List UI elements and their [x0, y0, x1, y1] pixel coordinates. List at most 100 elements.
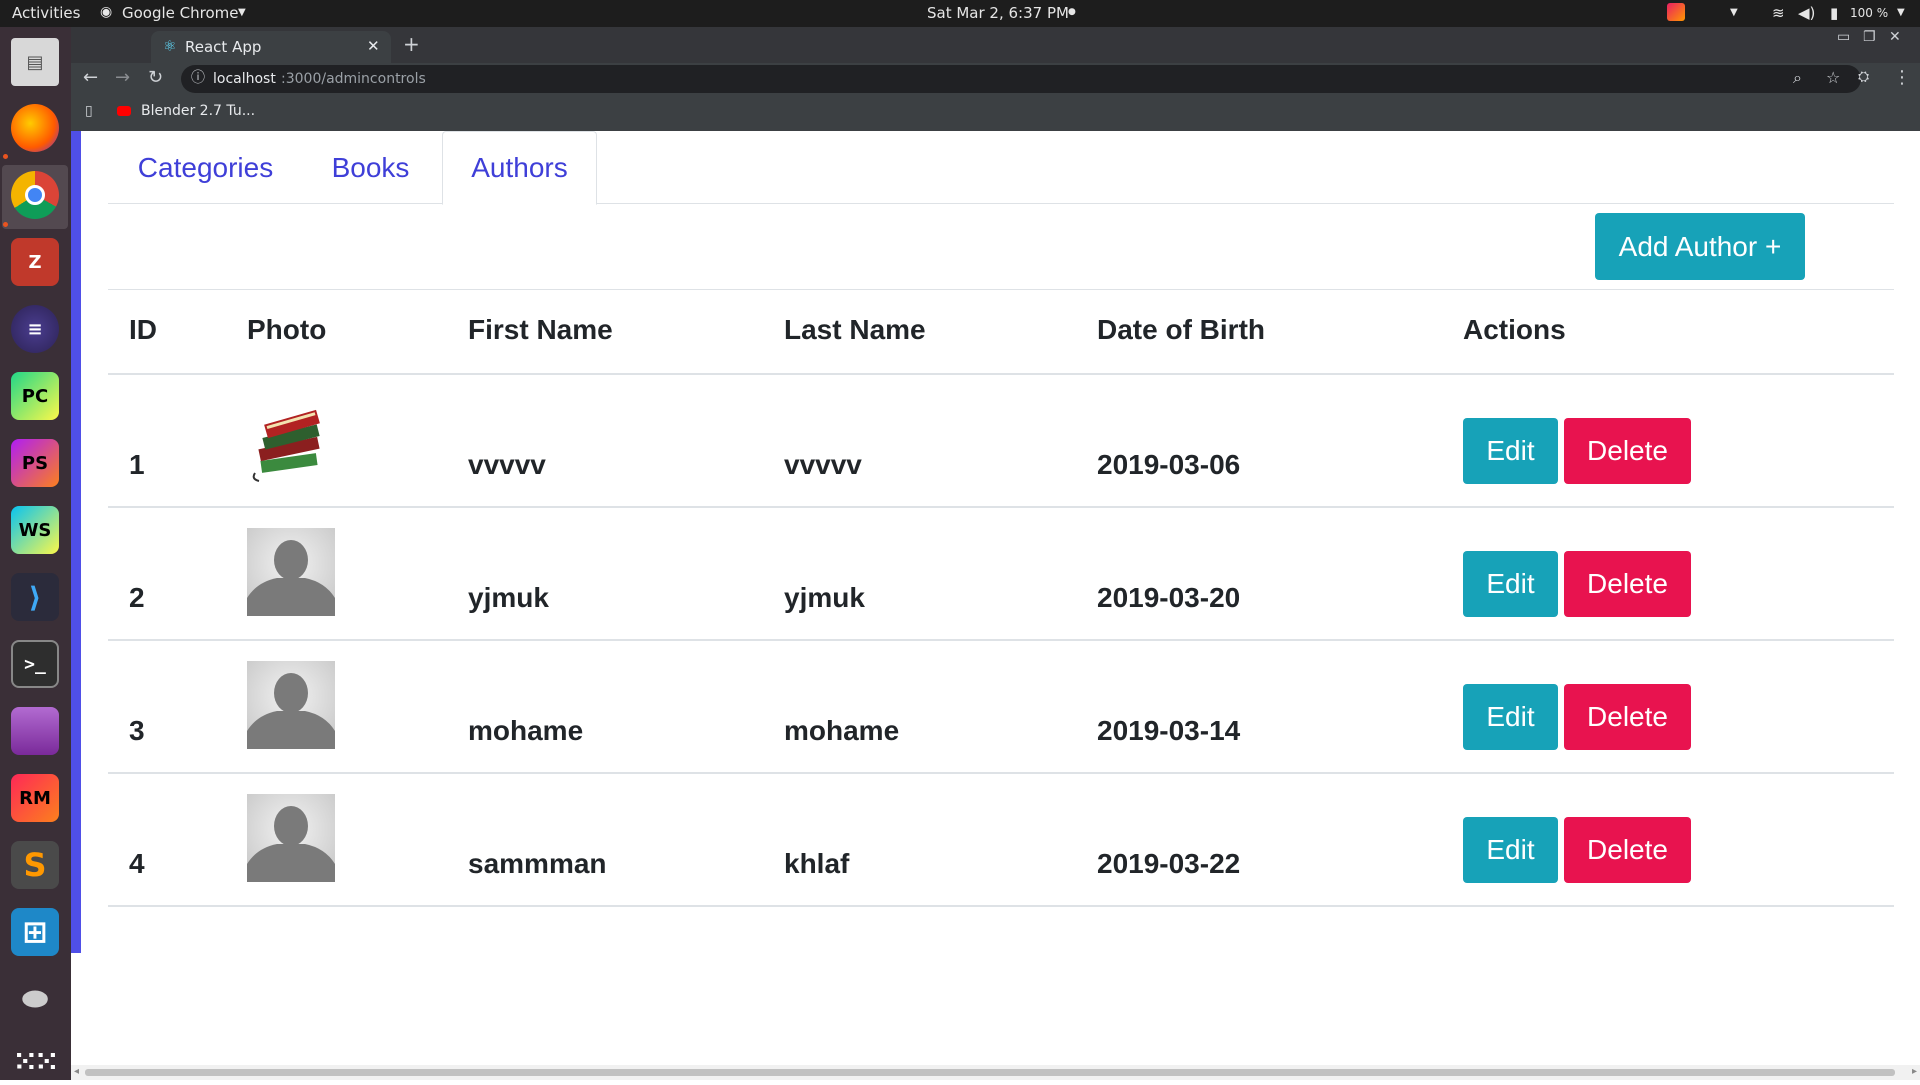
extension-icon[interactable]: ⛭	[1858, 70, 1869, 84]
activities-button[interactable]: Activities	[12, 4, 80, 22]
restore-icon[interactable]: ❐	[1863, 30, 1876, 44]
wifi-icon[interactable]: ≋	[1772, 4, 1785, 22]
table-row: 1 vvvvv vvvvv 2019-03-06 Edit Delete	[108, 375, 1894, 508]
cell-last-name: yjmuk	[784, 582, 865, 613]
reload-icon[interactable]: ↻	[148, 69, 163, 87]
url-path: :3000/admincontrols	[281, 71, 426, 87]
eclipse-icon[interactable]: ≡	[11, 305, 59, 353]
edit-button[interactable]: Edit	[1463, 817, 1558, 883]
delete-button[interactable]: Delete	[1564, 817, 1691, 883]
app-box-icon[interactable]: ⊞	[11, 908, 59, 956]
info-icon[interactable]: ⓘ	[191, 71, 205, 85]
admin-tabs: Categories Books Authors	[108, 131, 1894, 205]
left-accent-bar	[71, 131, 81, 953]
react-icon: ⚛	[163, 37, 177, 55]
app-menu-label[interactable]: Google Chrome	[122, 4, 239, 22]
phpstorm-icon[interactable]: PS	[11, 439, 59, 487]
header-first-name: First Name	[468, 314, 613, 345]
clock[interactable]: Sat Mar 2, 6:37 PM	[927, 4, 1069, 22]
pycharm-icon[interactable]: PC	[11, 372, 59, 420]
drive-icon[interactable]: ⬬	[11, 975, 59, 1023]
edit-button[interactable]: Edit	[1463, 684, 1558, 750]
tab-authors[interactable]: Authors	[442, 131, 597, 205]
chrome-small-icon: ◉	[100, 4, 113, 20]
header-date-of-birth: Date of Birth	[1097, 314, 1265, 345]
tab-books[interactable]: Books	[303, 131, 438, 204]
battery-icon[interactable]: ▮	[1830, 4, 1838, 22]
header-actions: Actions	[1463, 314, 1566, 345]
battery-percent: 100 %	[1850, 6, 1889, 20]
scroll-right-icon[interactable]: ▸	[1912, 1066, 1917, 1077]
sublime-icon[interactable]: S	[11, 841, 59, 889]
cell-first-name: mohame	[468, 715, 584, 746]
cell-id: 3	[129, 715, 145, 746]
chrome-icon[interactable]	[11, 171, 59, 219]
menu-icon[interactable]: ⋮	[1893, 69, 1911, 87]
header-id: ID	[129, 314, 157, 345]
table-row: 3 mohame mohame 2019-03-14 Edit Delete	[108, 641, 1894, 774]
window-app-icon[interactable]	[11, 707, 59, 755]
horizontal-scrollbar[interactable]: ◂ ▸	[71, 1065, 1920, 1080]
page-viewport: Categories Books Authors Add Author + ID…	[71, 131, 1920, 1080]
browser-tab[interactable]: ⚛ React App ✕	[151, 31, 391, 63]
minimize-icon[interactable]: ▭	[1837, 30, 1850, 44]
cell-first-name: vvvvv	[468, 449, 546, 480]
delete-button[interactable]: Delete	[1564, 418, 1691, 484]
default-avatar	[247, 661, 335, 749]
scrollbar-thumb[interactable]	[85, 1069, 1895, 1076]
apps-page-icon[interactable]: ▯	[85, 104, 93, 118]
chevron-down-icon[interactable]: ▼	[1730, 7, 1738, 18]
default-avatar	[247, 528, 335, 616]
webstorm-icon[interactable]: WS	[11, 506, 59, 554]
default-avatar	[247, 794, 335, 882]
volume-icon[interactable]: ◀)	[1798, 4, 1815, 22]
running-indicator	[3, 154, 8, 159]
star-icon[interactable]: ☆	[1826, 70, 1840, 86]
forward-icon[interactable]: →	[115, 69, 130, 87]
browser-tab-strip: ⚛ React App ✕ + ▭ ❐ ✕	[71, 27, 1920, 63]
cell-id: 4	[129, 848, 145, 879]
system-top-bar: Activities ◉ Google Chrome ▼ Sat Mar 2, …	[0, 0, 1920, 27]
close-tab-icon[interactable]: ✕	[367, 37, 380, 55]
delete-button[interactable]: Delete	[1564, 684, 1691, 750]
table-row: 4 sammman khlaf 2019-03-22 Edit Delete	[108, 774, 1894, 907]
indicator-app-icon[interactable]	[1667, 3, 1685, 21]
chevron-down-icon[interactable]: ▼	[238, 7, 246, 18]
running-indicator	[3, 222, 8, 227]
edit-button[interactable]: Edit	[1463, 418, 1558, 484]
new-tab-icon[interactable]: +	[403, 34, 420, 54]
bookmark-blender[interactable]: Blender 2.7 Tu...	[141, 103, 255, 119]
tab-categories[interactable]: Categories	[108, 131, 303, 204]
scroll-left-icon[interactable]: ◂	[74, 1066, 79, 1077]
filezilla-icon[interactable]: Z	[11, 238, 59, 286]
youtube-icon	[117, 106, 131, 116]
cell-first-name: yjmuk	[468, 582, 549, 613]
chevron-down-icon[interactable]: ▼	[1897, 7, 1905, 18]
browser-toolbar: ← → ↻ ⓘ localhost :3000/admincontrols ⌕ …	[71, 63, 1920, 95]
table-row: 2 yjmuk yjmuk 2019-03-20 Edit Delete	[108, 508, 1894, 641]
authors-table: ID Photo First Name Last Name Date of Bi…	[108, 289, 1894, 907]
cell-first-name: sammman	[468, 848, 607, 879]
notification-dot-icon: ●	[1068, 7, 1076, 17]
cell-id: 1	[129, 449, 145, 480]
zoom-icon[interactable]: ⌕	[1793, 70, 1802, 86]
rubymine-icon[interactable]: RM	[11, 774, 59, 822]
firefox-icon[interactable]	[11, 104, 59, 152]
close-window-icon[interactable]: ✕	[1889, 30, 1901, 44]
cell-dob: 2019-03-06	[1097, 449, 1241, 480]
terminal-icon[interactable]: >_	[11, 640, 59, 688]
show-apps-icon[interactable]: ⁙⁙	[11, 1037, 59, 1085]
bookmarks-bar: ▯ Blender 2.7 Tu...	[71, 95, 1920, 131]
cell-id: 2	[129, 582, 145, 613]
tab-title: React App	[185, 38, 262, 56]
add-author-button[interactable]: Add Author +	[1595, 213, 1805, 280]
back-icon[interactable]: ←	[83, 69, 98, 87]
edit-button[interactable]: Edit	[1463, 551, 1558, 617]
delete-button[interactable]: Delete	[1564, 551, 1691, 617]
table-header: ID Photo First Name Last Name Date of Bi…	[108, 289, 1894, 375]
header-photo: Photo	[247, 314, 327, 345]
files-icon[interactable]: ▤	[11, 38, 59, 86]
header-last-name: Last Name	[784, 314, 926, 345]
vscode-icon[interactable]: ⟩	[11, 573, 59, 621]
address-bar[interactable]: ⓘ localhost :3000/admincontrols ⌕ ☆	[181, 65, 1861, 93]
